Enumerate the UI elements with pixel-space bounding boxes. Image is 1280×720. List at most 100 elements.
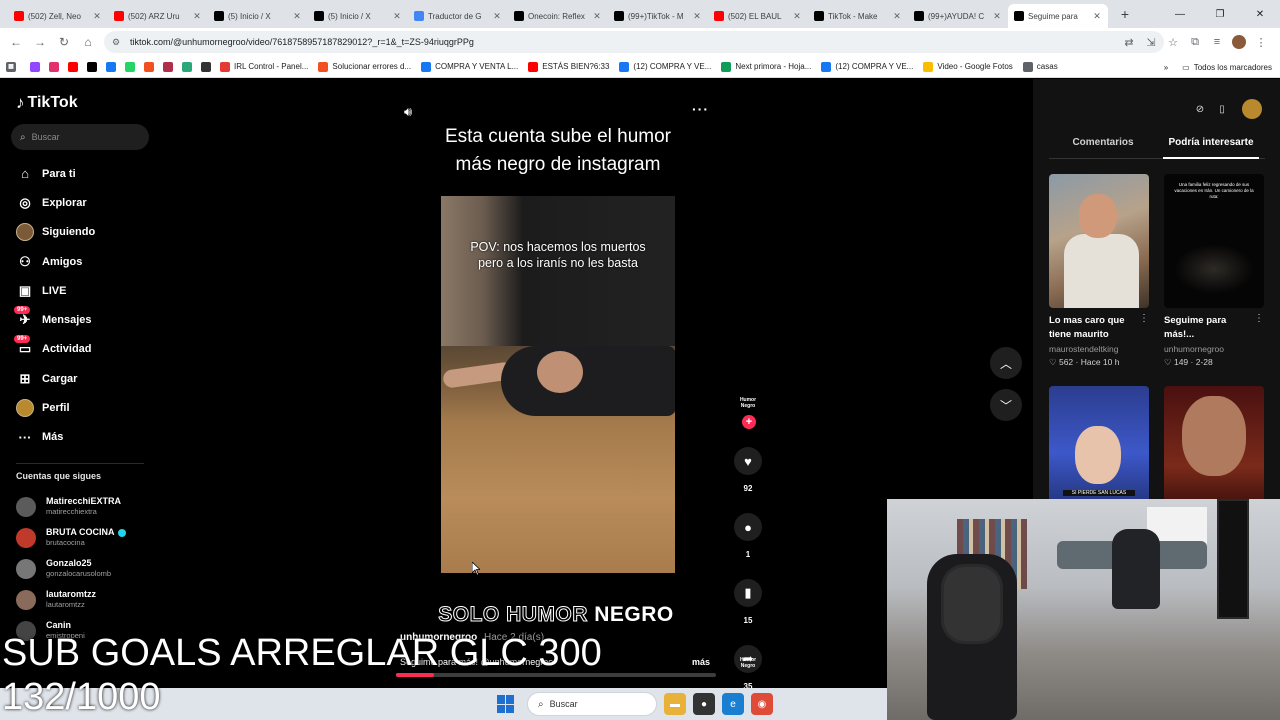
bookmark-item[interactable]: Video - Google Fotos xyxy=(923,61,1013,72)
like-action[interactable]: ♥ 92 xyxy=(730,447,766,493)
close-tab-icon[interactable]: ✕ xyxy=(92,11,102,22)
following-item[interactable]: lautaromtzz lautaromtzz xyxy=(16,584,156,615)
comment-action[interactable]: ● 1 xyxy=(730,513,766,559)
following-item[interactable]: BRUTA COCINA brutacocina xyxy=(16,522,156,553)
bookmark-star-icon[interactable]: ☆ xyxy=(1162,36,1184,49)
close-tab-icon[interactable]: ✕ xyxy=(792,11,802,22)
previous-video-button[interactable]: ︿ xyxy=(990,347,1022,379)
chrome-menu-icon[interactable]: ⋮ xyxy=(1250,36,1272,49)
suggested-card[interactable]: Una familia feliz regresando de sus vaca… xyxy=(1164,174,1264,368)
save-action[interactable]: ▮ 15 xyxy=(730,579,766,625)
bookmark-item[interactable]: (12) COMPRA Y VE... xyxy=(821,61,913,72)
bookmark-item[interactable]: COMPRA Y VENTA L... xyxy=(421,61,518,72)
browser-tab[interactable]: (5) Inicio / X ✕ xyxy=(308,4,408,28)
chrome-icon[interactable]: ◉ xyxy=(751,693,773,715)
close-tab-icon[interactable]: ✕ xyxy=(592,11,602,22)
install-icon[interactable]: ⇲ xyxy=(1140,36,1162,49)
apps-icon[interactable]: ▦ xyxy=(6,61,20,72)
close-tab-icon[interactable]: ✕ xyxy=(1092,11,1102,22)
close-tab-icon[interactable]: ✕ xyxy=(692,11,702,22)
menu-item[interactable]: ⌂ Para ti xyxy=(14,159,154,188)
microsoft-icon[interactable] xyxy=(144,61,158,72)
instagram-icon[interactable] xyxy=(49,61,63,72)
app-icon-2[interactable] xyxy=(182,61,196,72)
close-window-icon[interactable]: ✕ xyxy=(1240,0,1280,28)
extensions-icon[interactable]: ⧉ xyxy=(1184,36,1206,49)
browser-tab[interactable]: (99+)TikTok - M ✕ xyxy=(608,4,708,28)
music-disc[interactable]: Humor Negro xyxy=(736,657,760,669)
browser-tab[interactable]: Onecoin: Reflex ✕ xyxy=(508,4,608,28)
media-icon[interactable]: ≡ xyxy=(1206,36,1228,48)
browser-tab[interactable]: TikTok - Make ✕ xyxy=(808,4,908,28)
browser-tab[interactable]: Traductor de G ✕ xyxy=(408,4,508,28)
next-video-button[interactable]: ﹀ xyxy=(990,389,1022,421)
following-item[interactable]: MatirecchiEXTRA matirecchiextra xyxy=(16,491,156,522)
chevron-right-icon[interactable]: » xyxy=(1164,63,1168,72)
browser-tab[interactable]: (502) ARZ Uru ✕ xyxy=(108,4,208,28)
bookmark-item[interactable]: ESTÁS BIEN?6:33 xyxy=(528,61,609,72)
all-bookmarks-link[interactable]: Todos los marcadores xyxy=(1194,63,1272,72)
close-tab-icon[interactable]: ✕ xyxy=(892,11,902,22)
follow-plus-icon[interactable]: + xyxy=(742,415,756,429)
menu-item[interactable]: ⚇ Amigos xyxy=(14,247,154,276)
card-more-icon[interactable]: ⋮ xyxy=(1254,313,1264,324)
close-tab-icon[interactable]: ✕ xyxy=(492,11,502,22)
search-input[interactable]: ⌕ Buscar xyxy=(11,124,149,150)
comment-icon[interactable]: ● xyxy=(734,513,762,541)
tiktok-logo[interactable]: ♪ TikTok xyxy=(16,93,78,113)
menu-item[interactable]: ⊞ Cargar xyxy=(14,364,154,393)
x-icon[interactable] xyxy=(87,61,101,72)
user-avatar[interactable] xyxy=(1242,99,1262,119)
bookmark-item[interactable]: (12) COMPRA Y VE... xyxy=(619,61,711,72)
obs-icon[interactable]: ● xyxy=(693,693,715,715)
close-tab-icon[interactable]: ✕ xyxy=(192,11,202,22)
card-more-icon[interactable]: ⋮ xyxy=(1139,313,1149,324)
close-tab-icon[interactable]: ✕ xyxy=(992,11,1002,22)
home-icon[interactable]: ⌂ xyxy=(76,35,100,49)
menu-item[interactable]: ▣ LIVE xyxy=(14,276,154,305)
close-tab-icon[interactable]: ✕ xyxy=(292,11,302,22)
app-icon[interactable] xyxy=(163,61,177,72)
volume-icon[interactable]: 🔊︎ xyxy=(404,104,412,120)
new-tab-button[interactable]: + xyxy=(1114,6,1136,22)
close-tab-icon[interactable]: ✕ xyxy=(392,11,402,22)
bookmark-item[interactable]: casas xyxy=(1022,61,1058,72)
bookmark-item[interactable]: Next primora - Hoja... xyxy=(721,61,811,72)
more-link[interactable]: más xyxy=(692,657,710,667)
forward-icon[interactable]: → xyxy=(28,35,52,49)
taskbar-search[interactable]: ⌕ Buscar xyxy=(527,692,657,716)
reload-icon[interactable]: ↻ xyxy=(52,35,76,49)
edge-icon[interactable]: e xyxy=(722,693,744,715)
video-player[interactable]: POV: nos hacemos los muertos pero a los … xyxy=(441,196,675,573)
browser-tab[interactable]: (502) Zell, Neo ✕ xyxy=(8,4,108,28)
tab-suggested[interactable]: Podría interesarte xyxy=(1157,137,1265,159)
profile-avatar[interactable] xyxy=(1232,35,1246,49)
card-thumbnail[interactable] xyxy=(1049,174,1149,308)
browser-tab[interactable]: (5) Inicio / X ✕ xyxy=(208,4,308,28)
restore-icon[interactable]: ❐ xyxy=(1200,0,1240,28)
translate-icon[interactable]: ⇄ xyxy=(1118,36,1140,49)
twitch-icon[interactable] xyxy=(30,61,44,72)
more-options-icon[interactable]: ··· xyxy=(692,101,709,117)
card-thumbnail[interactable]: Una familia feliz regresando de sus vaca… xyxy=(1164,174,1264,308)
facebook-icon[interactable] xyxy=(106,61,120,72)
menu-item[interactable]: Siguiendo xyxy=(14,218,154,247)
app-icon-3[interactable] xyxy=(201,61,215,72)
windows-start-icon[interactable] xyxy=(497,695,515,713)
menu-item[interactable]: ◎ Explorar xyxy=(14,188,154,217)
device-icon[interactable]: ▯ xyxy=(1212,99,1232,119)
browser-tab[interactable]: Seguime para ✕ xyxy=(1008,4,1108,28)
bookmark-item[interactable]: Solucionar errores d... xyxy=(318,61,411,72)
heart-icon[interactable]: ♥ xyxy=(734,447,762,475)
following-item[interactable]: Gonzalo25 gonzalocarusolomb xyxy=(16,553,156,584)
youtube-icon[interactable] xyxy=(68,61,82,72)
menu-item[interactable]: ··· Más xyxy=(14,423,154,452)
menu-item[interactable]: ✈ 99+ Mensajes xyxy=(14,305,154,334)
suggested-card[interactable]: Lo mas caro que tiene maurito maurostend… xyxy=(1049,174,1149,368)
menu-item[interactable]: Perfil xyxy=(14,393,154,422)
file-explorer-icon[interactable]: ▬ xyxy=(664,693,686,715)
tab-comments[interactable]: Comentarios xyxy=(1049,137,1157,158)
bookmark-item[interactable]: IRL Control - Panel... xyxy=(220,61,308,72)
bookmark-icon[interactable]: ▮ xyxy=(734,579,762,607)
whatsapp-icon[interactable] xyxy=(125,61,139,72)
